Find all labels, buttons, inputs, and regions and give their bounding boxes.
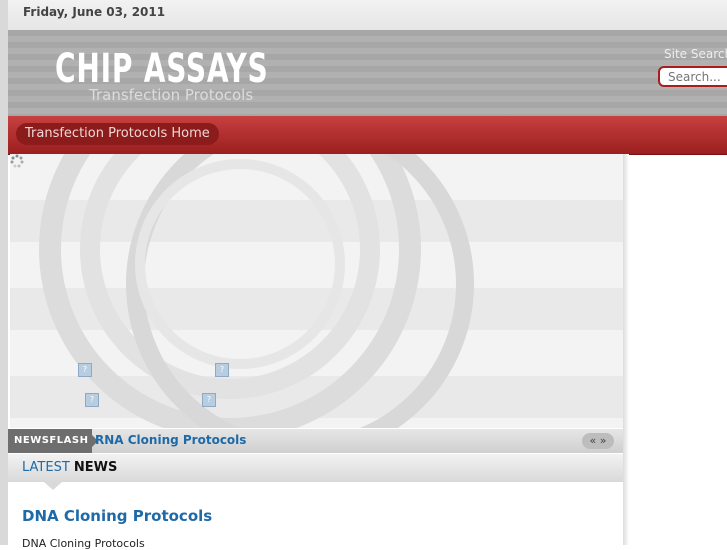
nav-item-home[interactable]: Transfection Protocols Home (16, 123, 219, 145)
section-pointer (44, 482, 62, 490)
slide-thumbnail-icon[interactable]: ? (85, 393, 99, 407)
search-label: Site Search (664, 47, 727, 61)
site-header: CHIP ASSAYS Transfection Protocols Site … (8, 30, 727, 116)
slide-thumbnail-icon[interactable]: ? (202, 393, 216, 407)
newsflash-bar: NEWSFLASH RNA Cloning Protocols « » (8, 429, 623, 453)
logo-subtitle: Transfection Protocols (89, 86, 254, 104)
article-title[interactable]: DNA Cloning Protocols (22, 507, 212, 525)
current-date: Friday, June 03, 2011 (23, 5, 166, 19)
slideshow[interactable]: ? ? ? ? (10, 154, 623, 428)
content-shadow (623, 154, 629, 545)
slideshow-rings (39, 154, 474, 428)
main-navigation: Transfection Protocols Home (8, 116, 727, 155)
latest-news-title-part2: NEWS (73, 460, 118, 475)
article-text: DNA Cloning Protocols (22, 537, 145, 550)
newsflash-prev-next[interactable]: « » (582, 433, 614, 449)
search-input[interactable] (658, 66, 727, 87)
loading-spinner-icon (10, 154, 24, 168)
slide-thumbnail-icon[interactable]: ? (215, 363, 229, 377)
page-left-border (0, 0, 8, 545)
newsflash-link[interactable]: RNA Cloning Protocols (95, 433, 246, 447)
newsflash-tag: NEWSFLASH (8, 429, 98, 453)
date-bar: Friday, June 03, 2011 (8, 0, 727, 30)
site-logo[interactable]: CHIP ASSAYS Transfection Protocols (55, 46, 329, 104)
latest-news-header: LATEST NEWS (8, 454, 623, 490)
latest-news-title-part1: LATEST (22, 460, 70, 475)
latest-news-title: LATEST NEWS (22, 460, 117, 475)
slide-thumbnail-icon[interactable]: ? (78, 363, 92, 377)
